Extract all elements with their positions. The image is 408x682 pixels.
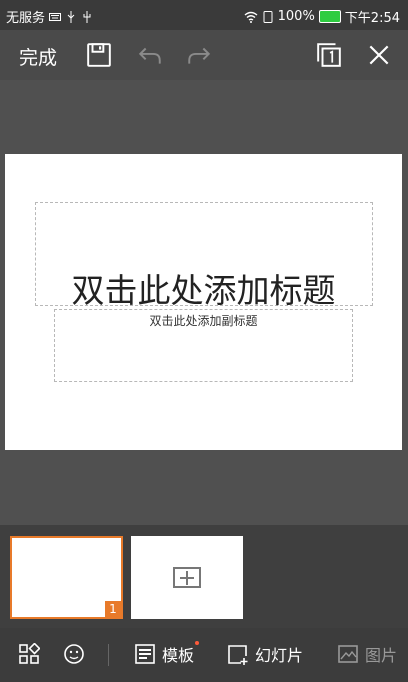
usb-icon [67,10,75,23]
usb-debug-icon [83,10,91,23]
divider [108,644,109,666]
battery-icon [318,10,341,23]
layout-grid-icon[interactable] [18,643,40,665]
editing-canvas: 双击此处添加标题 双击此处添加副标题 [0,80,408,525]
undo-icon[interactable] [137,42,163,68]
slide-number-badge: 1 [105,601,121,617]
bottom-toolbar: 模板 幻灯片 图片 [0,628,408,682]
top-toolbar: 完成 [0,30,408,80]
battery-percent: 100% [277,9,315,24]
keyboard-icon [49,12,62,21]
picture-button[interactable]: 图片 [337,642,397,666]
slide[interactable]: 双击此处添加标题 双击此处添加副标题 [5,154,402,450]
template-label: 模板 [162,646,195,665]
template-icon [135,644,155,664]
notification-dot [195,641,199,645]
title-placeholder-text: 双击此处添加标题 [71,271,336,310]
close-icon[interactable] [366,42,392,68]
smiley-icon[interactable] [63,643,85,665]
done-button[interactable]: 完成 [19,43,57,70]
new-slide-icon [228,645,248,665]
sim-icon [263,10,273,23]
add-icon [173,567,201,588]
slide-button[interactable]: 幻灯片 [227,642,303,666]
slide-thumbnail-strip: 1 [0,525,408,628]
redo-icon[interactable] [186,42,212,68]
slide-label: 幻灯片 [255,646,304,665]
picture-label: 图片 [365,646,398,665]
slide-count-icon[interactable] [316,42,342,68]
clock: 下午2:54 [344,11,400,26]
slide-thumbnail[interactable]: 1 [10,536,123,619]
template-button[interactable]: 模板 [134,642,194,666]
status-bar: 无服务 100% 下午2:54 [0,0,408,30]
wifi-icon [244,11,258,23]
add-slide-button[interactable] [131,536,243,619]
save-icon[interactable] [86,42,112,68]
subtitle-placeholder-text: 双击此处添加副标题 [149,314,258,328]
picture-icon [338,645,358,663]
carrier-label: 无服务 [6,11,46,26]
